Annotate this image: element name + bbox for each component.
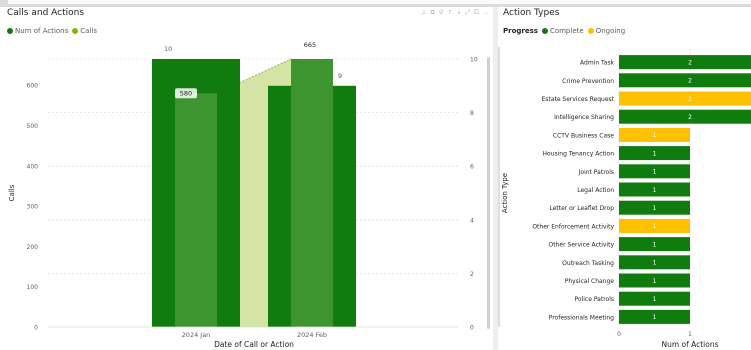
bar-data-label: 1 xyxy=(653,314,657,321)
y-axis-title: Action Type xyxy=(501,173,509,213)
right-axis-tick-label: 6 xyxy=(470,164,474,171)
category-label: Physical Change xyxy=(565,278,615,285)
top-strip xyxy=(0,0,751,7)
right-axis-tick-label: 10 xyxy=(470,57,478,64)
bar-data-label: 2 xyxy=(688,59,692,66)
category-label: Crime Prevention xyxy=(562,78,614,85)
bar-data-label: 2 xyxy=(688,114,692,121)
bar-data-label: 1 xyxy=(653,241,657,248)
action-type-bar xyxy=(619,91,751,106)
calls-bar xyxy=(175,93,217,327)
category-label: Other Service Activity xyxy=(549,242,615,249)
panel-divider xyxy=(498,47,500,327)
bar-data-label: 1 xyxy=(653,296,657,303)
right-axis-tick-label: 8 xyxy=(470,110,474,117)
category-label: Legal Action xyxy=(577,187,614,194)
horizontal-bar-chart: 0 1 Admin Task 2 Crime Prevention 2 Estate Ser… xyxy=(498,47,751,349)
combo-chart: 02468100100200300400500600102024 Jan9202… xyxy=(8,40,490,349)
x-axis-tick-label: 2024 Feb xyxy=(297,331,327,339)
category-label: Estate Services Request xyxy=(542,96,615,103)
left-axis-tick-label: 500 xyxy=(27,123,39,130)
x-axis-tick-label: 0 xyxy=(617,331,621,338)
bar-data-label: 1 xyxy=(653,169,657,176)
left-axis-tick-label: 200 xyxy=(27,244,39,251)
right-axis-tick-label: 4 xyxy=(470,217,474,224)
x-axis-tick-label: 2024 Jan xyxy=(182,331,211,339)
actions-data-label: 9 xyxy=(338,72,342,80)
top-strip-inner xyxy=(8,0,751,4)
right-axis-tick-label: 0 xyxy=(470,325,474,332)
category-label: Letter or Leaflet Drop xyxy=(549,205,614,212)
left-axis-tick-label: 0 xyxy=(34,325,38,332)
scrollbar xyxy=(487,57,490,329)
left-axis-tick-label: 600 xyxy=(27,83,39,90)
category-label: Outreach Tasking xyxy=(562,260,614,267)
right-axis-tick-label: 2 xyxy=(470,271,474,278)
bar-data-label: 1 xyxy=(653,150,657,157)
category-label: Housing Tenancy Action xyxy=(543,151,615,158)
x-axis-title: Num of Actions xyxy=(661,340,718,349)
action-type-bar xyxy=(619,55,751,70)
category-label: Other Enforcement Activity xyxy=(532,223,614,230)
bar-data-label: 1 xyxy=(653,132,657,139)
category-label: Joint Patrols xyxy=(578,169,614,176)
calls-data-label: 665 xyxy=(304,41,316,49)
calls-data-label: 580 xyxy=(180,89,192,97)
x-axis-title: Date of Call or Action xyxy=(214,340,294,349)
bar-data-label: 1 xyxy=(653,260,657,267)
action-types-visual[interactable]: Action Types Progress Complete Ongoing 01… xyxy=(498,7,751,350)
actions-data-label: 10 xyxy=(164,45,172,53)
y-axis-title: Calls xyxy=(8,184,16,201)
bar-data-label: 1 xyxy=(653,187,657,194)
left-axis-tick-label: 100 xyxy=(27,284,39,291)
left-axis-tick-label: 400 xyxy=(27,163,39,170)
calls-and-actions-visual[interactable]: Calls and Actions ⊥ ⧉ ⚲ ↑ ↓ ⤢ ⧠… Num of Action… xyxy=(0,7,493,350)
category-label: Admin Task xyxy=(580,60,615,67)
x-axis-tick-label: 1 xyxy=(688,331,692,338)
bar-data-label: 2 xyxy=(688,78,692,85)
bar-data-label: 1 xyxy=(653,205,657,212)
category-label: Professionals Meeting xyxy=(549,314,614,321)
calls-bar xyxy=(291,59,333,327)
action-type-bar xyxy=(619,73,751,88)
bar-data-label: 1 xyxy=(653,223,657,230)
category-label: Police Patrols xyxy=(575,296,614,303)
action-type-bar xyxy=(619,109,751,124)
left-axis-tick-label: 300 xyxy=(27,204,39,211)
category-label: Intelligence Sharing xyxy=(554,114,614,121)
category-label: CCTV Business Case xyxy=(553,132,614,139)
bar-data-label: 2 xyxy=(688,96,692,103)
bar-data-label: 1 xyxy=(653,278,657,285)
